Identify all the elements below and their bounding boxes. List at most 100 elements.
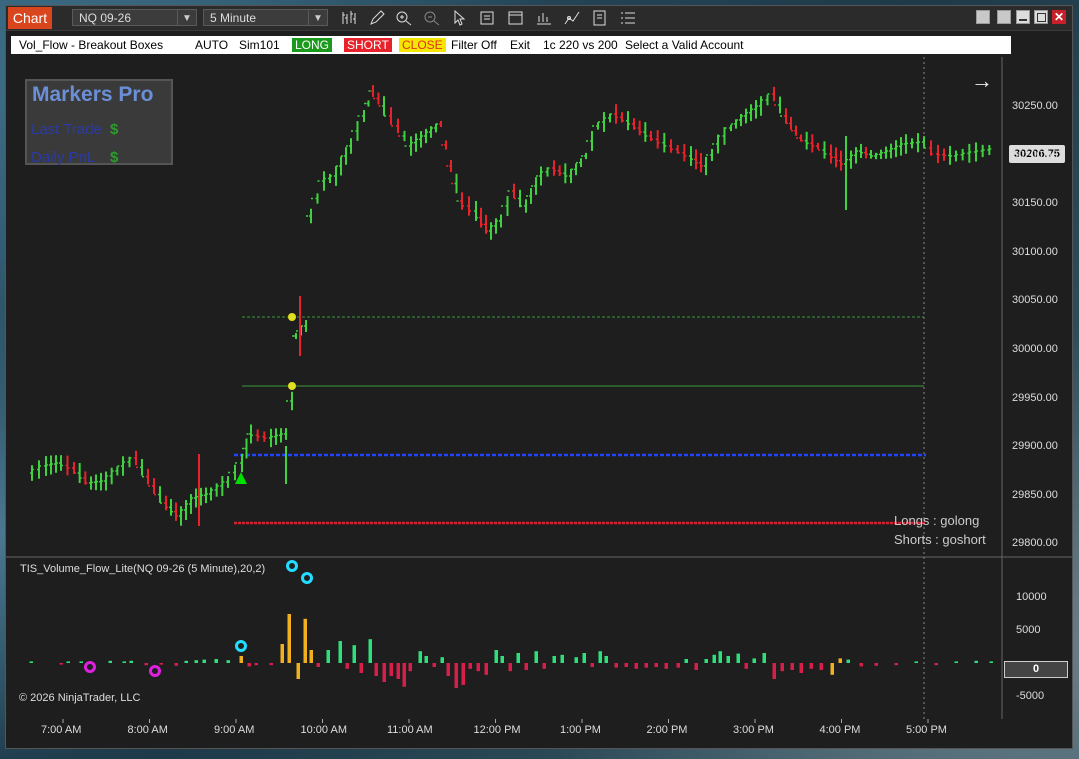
volume-bar [396, 663, 400, 679]
volume-bar [326, 650, 330, 663]
volume-bar [345, 663, 349, 669]
volume-bar [303, 618, 307, 663]
volume-bar [752, 658, 756, 663]
volume-bar [574, 657, 578, 663]
price-tick-label: 29900.00 [1012, 440, 1058, 453]
target-hit-marker [288, 313, 296, 321]
time-tick-label: 4:00 PM [819, 724, 861, 736]
daily-pnl-value: $ [110, 149, 119, 166]
volume-bar [108, 660, 112, 663]
price-tick-label: 29950.00 [1012, 391, 1058, 404]
volume-bar [484, 663, 488, 675]
volume-bar [799, 663, 803, 673]
volume-bar [989, 661, 993, 663]
volume-bar [389, 663, 393, 676]
volume-bar [144, 663, 148, 666]
volume-bar [819, 663, 823, 670]
price-tick-label: 30100.00 [1012, 245, 1058, 258]
volume-bar [634, 663, 638, 669]
daily-pnl-label: Daily PnL [31, 149, 96, 166]
volume-bar [830, 663, 834, 675]
volume-bar [582, 653, 586, 663]
copyright-label: © 2026 NinjaTrader, LLC [19, 692, 141, 704]
volume-bar [859, 663, 863, 667]
volume-tick-label: 5000 [1016, 624, 1041, 636]
volume-bar [374, 663, 378, 676]
volume-bar [29, 661, 33, 663]
volume-bar [202, 659, 206, 663]
volume-bar [516, 653, 520, 663]
volume-bar [247, 663, 251, 667]
volume-bar [838, 658, 842, 663]
volume-bar [174, 663, 178, 666]
volume-bar [184, 660, 188, 663]
time-tick-label: 2:00 PM [646, 724, 688, 736]
volume-bar [590, 663, 594, 667]
volume-bar [508, 663, 512, 672]
volume-bar [432, 663, 436, 667]
volume-bar [408, 663, 412, 672]
volume-bar [59, 663, 63, 665]
shorts-annotation: Shorts : goshort [894, 532, 986, 547]
price-tick-label: 30000.00 [1012, 343, 1058, 355]
magenta-signal-marker [84, 661, 96, 673]
cyan-signal-marker [301, 572, 313, 584]
longs-annotation: Longs : golong [894, 513, 980, 528]
indicator-zero-tag: 0 [1004, 661, 1068, 678]
cyan-signal-marker [286, 560, 298, 572]
volume-bar [712, 654, 716, 663]
time-tick-label: 3:00 PM [733, 724, 774, 736]
volume-bar [524, 663, 528, 670]
volume-bar [338, 641, 342, 663]
volume-bar [500, 656, 504, 663]
volume-bar [239, 656, 243, 663]
volume-bar [684, 659, 688, 663]
price-tick-label: 29850.00 [1012, 488, 1058, 501]
volume-bar [560, 654, 564, 663]
volume-bar [269, 663, 273, 666]
volume-bar [129, 660, 133, 663]
volume-bar [402, 663, 406, 687]
volume-bar [494, 650, 498, 663]
price-tick-label: 30250.00 [1012, 100, 1058, 112]
volume-bar [744, 663, 748, 669]
volume-bar [66, 661, 70, 663]
volume-bar [468, 663, 472, 669]
arrow-right-icon[interactable]: → [971, 68, 993, 94]
volume-bar [446, 663, 450, 676]
volume-bar [704, 659, 708, 663]
volume-bar [954, 661, 958, 663]
volume-bar [440, 657, 444, 663]
volume-bar [809, 663, 813, 669]
time-tick-label: 1:00 PM [560, 724, 601, 736]
volume-bar [874, 663, 878, 666]
volume-bar [598, 651, 602, 663]
volume-bar [780, 663, 784, 672]
volume-bar [424, 656, 428, 663]
price-tick-label: 30200.00 [1012, 148, 1058, 161]
volume-bar [552, 656, 556, 663]
volume-bar [736, 653, 740, 663]
magenta-signal-marker [149, 665, 161, 677]
time-tick-label: 10:00 AM [300, 724, 347, 736]
volume-bar [790, 663, 794, 670]
indicator-title: TIS_Volume_Flow_Lite(NQ 09-26 (5 Minute)… [20, 563, 266, 575]
volume-bar [214, 659, 218, 663]
last-trade-value: $ [110, 121, 119, 138]
volume-bar [122, 661, 126, 663]
markers-pro-title: Markers Pro [32, 83, 154, 106]
volume-bar [254, 663, 258, 666]
volume-bar [359, 663, 363, 673]
volume-bar [974, 660, 978, 663]
volume-bar [159, 663, 163, 665]
markers-pro-panel: Markers Pro Last Trade $ Daily PnL $ [25, 79, 173, 166]
volume-bar [914, 661, 918, 663]
volume-bar [79, 661, 83, 663]
volume-bar [762, 653, 766, 663]
volume-bar [194, 660, 198, 663]
time-tick-label: 5:00 PM [906, 724, 947, 736]
volume-bar [476, 663, 480, 672]
time-tick-label: 9:00 AM [214, 724, 255, 736]
volume-bar [718, 651, 722, 663]
volume-bar [287, 614, 291, 663]
